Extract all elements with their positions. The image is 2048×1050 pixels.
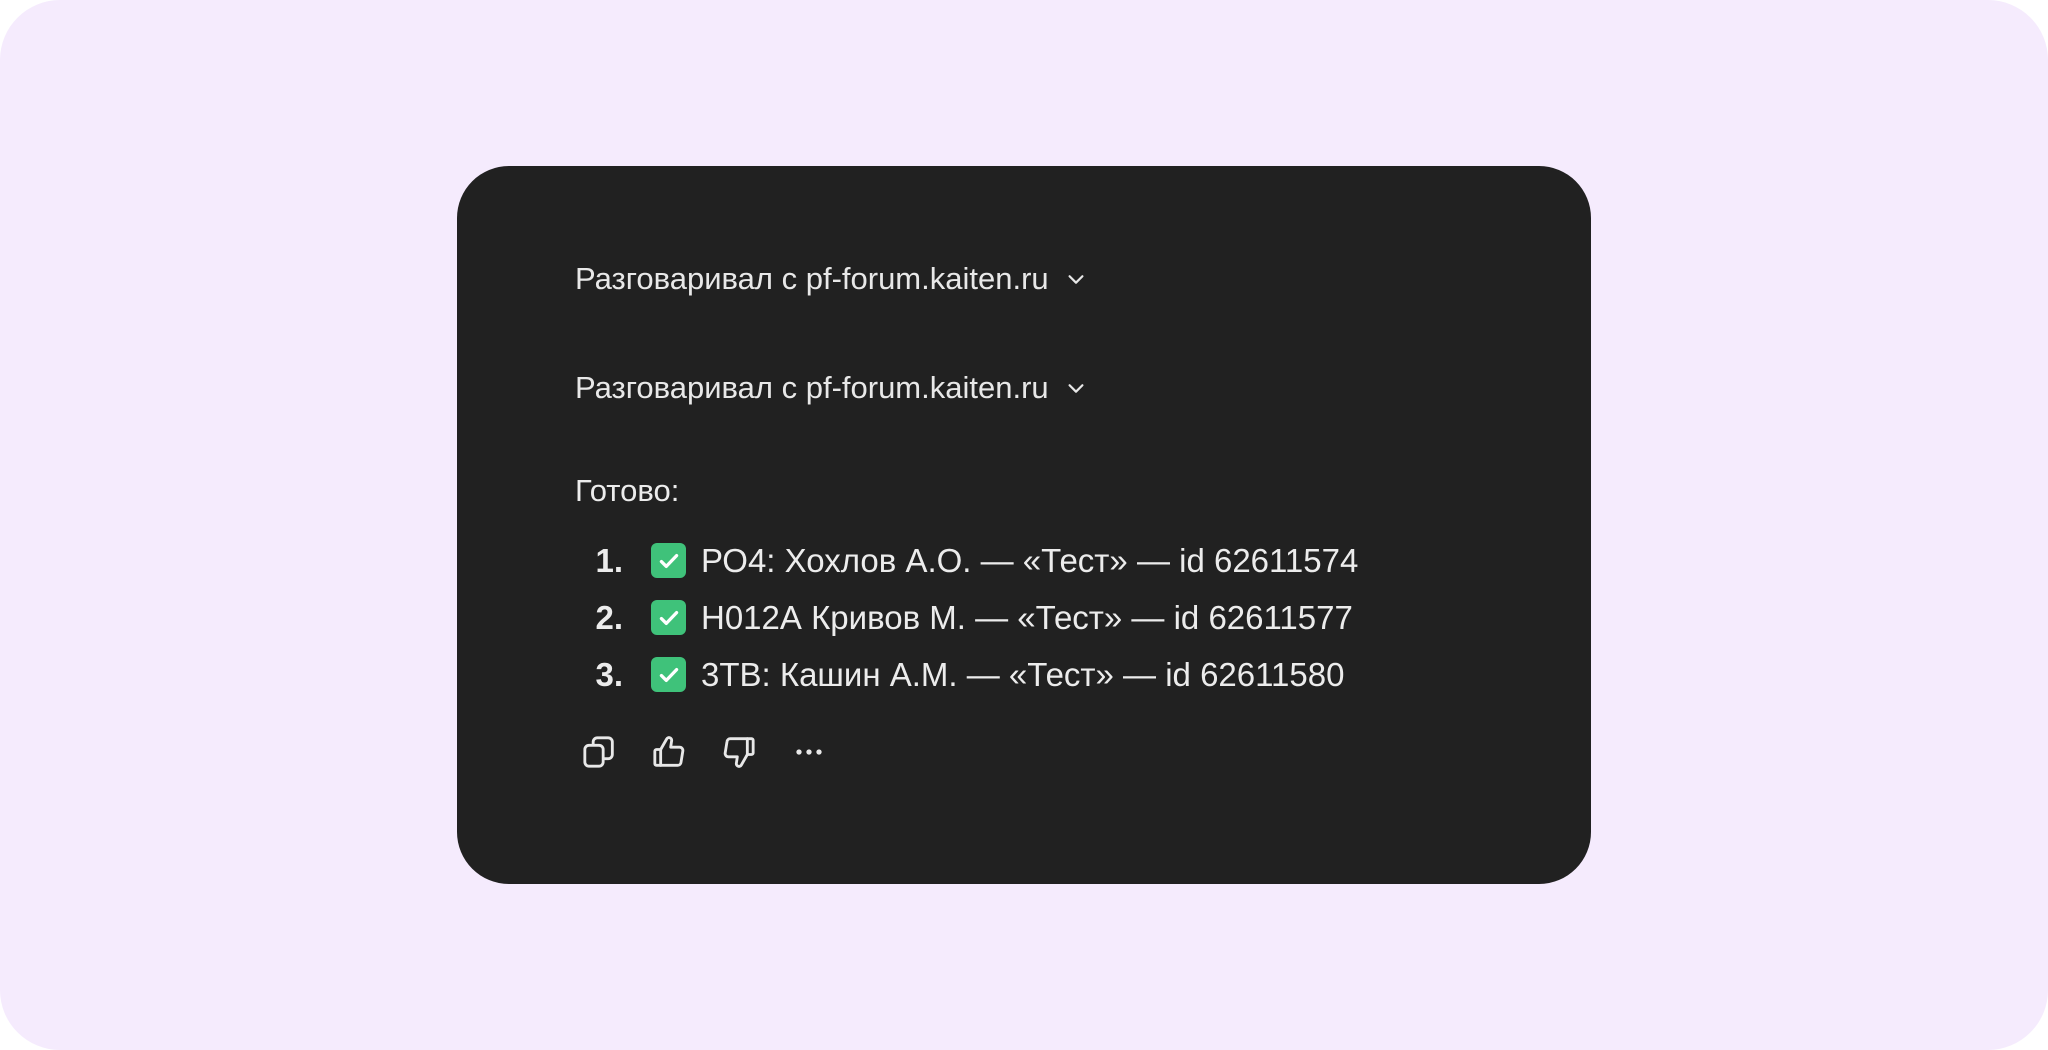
chevron-down-icon bbox=[1063, 375, 1089, 401]
list-item-text: 3ТВ: Кашин А.М. — «Тест» — id 62611580 bbox=[701, 655, 1345, 693]
list-item: 2. Н012А Кривов М. — «Тест» — id 6261157… bbox=[575, 589, 1358, 646]
check-mark-icon bbox=[651, 657, 686, 692]
tool-call-disclosure-1[interactable]: Разговаривал с pf-forum.kaiten.ru bbox=[575, 259, 1089, 299]
list-number: 1. bbox=[595, 541, 623, 579]
list-item: 3. 3ТВ: Кашин А.М. — «Тест» — id 6261158… bbox=[575, 646, 1358, 703]
tool-call-disclosure-2[interactable]: Разговаривал с pf-forum.kaiten.ru bbox=[575, 368, 1089, 408]
thumbs-up-button[interactable] bbox=[645, 728, 693, 776]
list-item: 1. РО4: Хохлов А.О. — «Тест» — id 626115… bbox=[575, 532, 1358, 589]
copy-icon bbox=[579, 732, 619, 772]
list-item-text: РО4: Хохлов А.О. — «Тест» — id 62611574 bbox=[701, 541, 1359, 579]
copy-button[interactable] bbox=[575, 728, 623, 776]
list-number: 3. bbox=[595, 655, 623, 693]
list-number: 2. bbox=[595, 598, 623, 636]
more-button[interactable] bbox=[785, 728, 833, 776]
result-list: 1. РО4: Хохлов А.О. — «Тест» — id 626115… bbox=[575, 532, 1358, 703]
page-background: Разговаривал с pf-forum.kaiten.ru Разгов… bbox=[0, 0, 2048, 1050]
check-mark-icon bbox=[651, 543, 686, 578]
thumbs-down-button[interactable] bbox=[715, 728, 763, 776]
message-actions bbox=[575, 728, 833, 776]
thumbs-up-icon bbox=[649, 732, 689, 772]
thumbs-down-icon bbox=[719, 732, 759, 772]
more-icon bbox=[789, 732, 829, 772]
tool-call-label: Разговаривал с pf-forum.kaiten.ru bbox=[575, 370, 1049, 405]
chevron-down-icon bbox=[1063, 266, 1089, 292]
assistant-message-card: Разговаривал с pf-forum.kaiten.ru Разгов… bbox=[457, 166, 1591, 884]
check-mark-icon bbox=[651, 600, 686, 635]
list-item-text: Н012А Кривов М. — «Тест» — id 62611577 bbox=[701, 598, 1353, 636]
result-title: Готово: bbox=[575, 473, 680, 508]
tool-call-label: Разговаривал с pf-forum.kaiten.ru bbox=[575, 261, 1049, 296]
